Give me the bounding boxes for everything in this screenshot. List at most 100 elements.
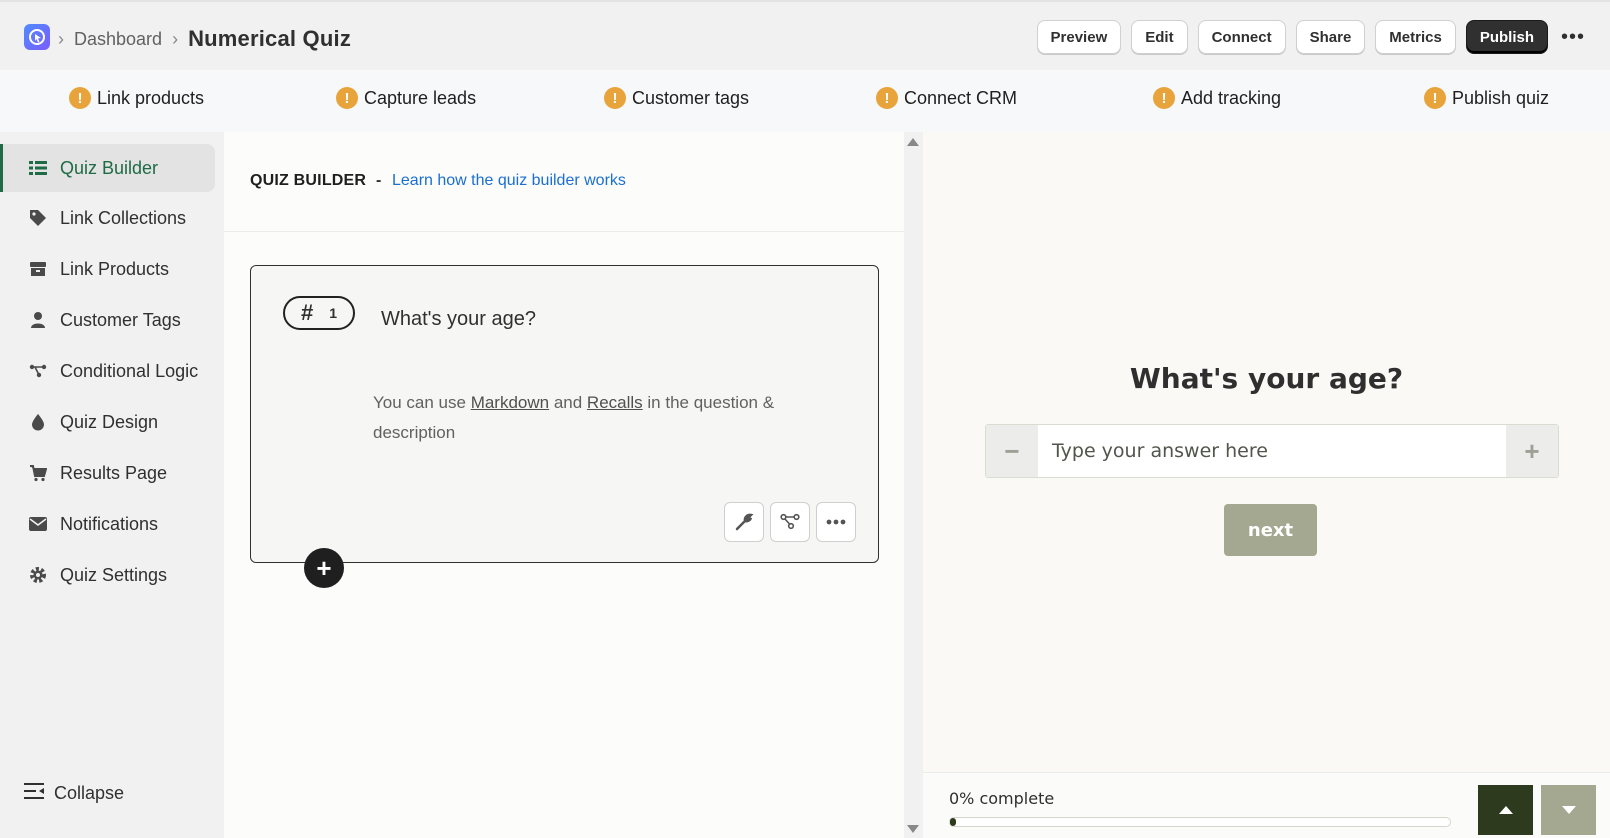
- checklist-connect-crm[interactable]: ! Connect CRM: [876, 87, 1017, 109]
- sidebar-item-conditional-logic[interactable]: Conditional Logic: [0, 347, 215, 395]
- collapse-label: Collapse: [54, 783, 125, 803]
- warning-icon: !: [604, 87, 626, 109]
- checklist-link-products[interactable]: ! Link products: [69, 87, 204, 109]
- builder-heading-separator: -: [376, 172, 382, 189]
- chevron-right-icon: ›: [58, 28, 64, 49]
- sidebar-item-label: Link Products: [60, 258, 170, 279]
- question-toolbar: [724, 502, 856, 542]
- gear-icon: [28, 565, 48, 585]
- sidebar: Quiz Builder Link Collections Link Produ…: [0, 132, 224, 838]
- collapse-sidebar-button[interactable]: Collapse: [24, 782, 124, 805]
- metrics-button[interactable]: Metrics: [1375, 20, 1456, 54]
- recalls-link[interactable]: Recalls: [587, 393, 643, 412]
- setup-checklist-bar: ! Link products ! Capture leads ! Custom…: [0, 70, 1610, 132]
- sidebar-item-label: Results Page: [60, 462, 168, 483]
- checklist-publish-quiz[interactable]: ! Publish quiz: [1424, 87, 1549, 109]
- edit-button[interactable]: Edit: [1131, 20, 1188, 54]
- answer-input[interactable]: Type your answer here: [1038, 425, 1506, 477]
- cart-icon: [28, 463, 48, 483]
- decrement-button[interactable]: −: [986, 425, 1038, 477]
- question-title[interactable]: What's your age?: [381, 308, 536, 331]
- breadcrumb: › Dashboard › Numerical Quiz: [58, 26, 351, 52]
- warning-icon: !: [876, 87, 898, 109]
- share-button[interactable]: Share: [1295, 20, 1366, 54]
- next-question-button[interactable]: [1541, 785, 1596, 835]
- tag-icon: [28, 208, 48, 228]
- number-input-stepper: − Type your answer here +: [985, 424, 1559, 478]
- user-icon: [28, 310, 48, 330]
- sidebar-item-link-products[interactable]: Link Products: [0, 245, 215, 293]
- header-actions: Preview Edit Connect Share Metrics Publi…: [1036, 20, 1588, 54]
- sidebar-item-results-page[interactable]: Results Page: [0, 449, 215, 497]
- sidebar-item-label: Customer Tags: [60, 309, 181, 330]
- warning-icon: !: [69, 87, 91, 109]
- description-text: You can use: [373, 393, 471, 412]
- mail-icon: [28, 514, 48, 534]
- question-description[interactable]: You can use Markdown and Recalls in the …: [373, 388, 813, 448]
- sidebar-item-notifications[interactable]: Notifications: [0, 500, 215, 548]
- progress-bar: [949, 817, 1451, 827]
- sidebar-item-quiz-builder[interactable]: Quiz Builder: [0, 144, 215, 192]
- progress-label: 0% complete: [949, 789, 1055, 808]
- branch-icon: [28, 361, 48, 381]
- chevron-down-icon: [1561, 806, 1576, 814]
- checklist-capture-leads[interactable]: ! Capture leads: [336, 87, 476, 109]
- builder-heading: QUIZ BUILDER: [250, 172, 367, 189]
- warning-icon: !: [336, 87, 358, 109]
- more-options-icon[interactable]: •••: [1558, 20, 1588, 54]
- branch-icon[interactable]: [770, 502, 810, 542]
- sidebar-item-link-collections[interactable]: Link Collections: [0, 194, 215, 242]
- chevron-up-icon: [1498, 806, 1513, 814]
- checklist-label: Customer tags: [632, 87, 750, 108]
- box-icon: [28, 259, 48, 279]
- sidebar-item-customer-tags[interactable]: Customer Tags: [0, 296, 215, 344]
- sidebar-item-label: Link Collections: [60, 207, 187, 228]
- previous-question-button[interactable]: [1478, 785, 1533, 835]
- sidebar-item-label: Conditional Logic: [60, 360, 199, 381]
- question-number-badge: # 1: [283, 296, 355, 330]
- question-card[interactable]: # 1 What's your age? You can use Markdow…: [250, 265, 879, 563]
- description-text: and: [549, 393, 587, 412]
- checklist-add-tracking[interactable]: ! Add tracking: [1153, 87, 1281, 109]
- checklist-label: Capture leads: [364, 87, 477, 108]
- wrench-icon[interactable]: [724, 502, 764, 542]
- checklist-customer-tags[interactable]: ! Customer tags: [604, 87, 749, 109]
- checklist-label: Link products: [97, 87, 205, 108]
- page-title: Numerical Quiz: [188, 26, 352, 51]
- progress-fill: [950, 818, 956, 826]
- sidebar-item-label: Quiz Settings: [60, 564, 168, 585]
- learn-quiz-builder-link[interactable]: Learn how the quiz builder works: [392, 172, 626, 190]
- scroll-up-arrow-icon[interactable]: [907, 138, 919, 146]
- warning-icon: !: [1153, 87, 1175, 109]
- preview-button[interactable]: Preview: [1036, 20, 1122, 54]
- increment-button[interactable]: +: [1506, 425, 1558, 477]
- app-logo-icon[interactable]: [24, 24, 50, 50]
- builder-header: QUIZ BUILDER - Learn how the quiz builde…: [224, 132, 904, 232]
- connect-button[interactable]: Connect: [1197, 20, 1286, 54]
- more-options-icon[interactable]: [816, 502, 856, 542]
- sidebar-item-quiz-design[interactable]: Quiz Design: [0, 398, 215, 446]
- list-icon: [28, 158, 48, 178]
- markdown-link[interactable]: Markdown: [471, 393, 549, 412]
- drop-icon: [28, 412, 48, 432]
- scroll-down-arrow-icon[interactable]: [907, 825, 919, 833]
- preview-question-title: What's your age?: [1129, 362, 1404, 395]
- checklist-label: Connect CRM: [904, 87, 1018, 108]
- breadcrumb-dashboard-link[interactable]: Dashboard: [74, 29, 162, 50]
- preview-footer: 0% complete: [923, 772, 1610, 838]
- publish-button[interactable]: Publish: [1465, 20, 1548, 54]
- next-button[interactable]: next: [1224, 504, 1317, 556]
- add-question-button[interactable]: +: [304, 548, 344, 588]
- chevron-right-icon: ›: [172, 28, 179, 49]
- checklist-label: Add tracking: [1181, 87, 1282, 108]
- collapse-icon: [24, 782, 46, 805]
- quiz-preview-panel: What's your age? − Type your answer here…: [923, 132, 1610, 838]
- checklist-label: Publish quiz: [1452, 87, 1550, 108]
- quiz-builder-panel: QUIZ BUILDER - Learn how the quiz builde…: [224, 132, 904, 838]
- top-bar: › Dashboard › Numerical Quiz Preview Edi…: [0, 0, 1610, 70]
- sidebar-item-label: Quiz Design: [60, 411, 159, 432]
- warning-icon: !: [1424, 87, 1446, 109]
- sidebar-item-label: Notifications: [60, 513, 159, 534]
- question-number: 1: [329, 305, 337, 321]
- sidebar-item-quiz-settings[interactable]: Quiz Settings: [0, 551, 215, 599]
